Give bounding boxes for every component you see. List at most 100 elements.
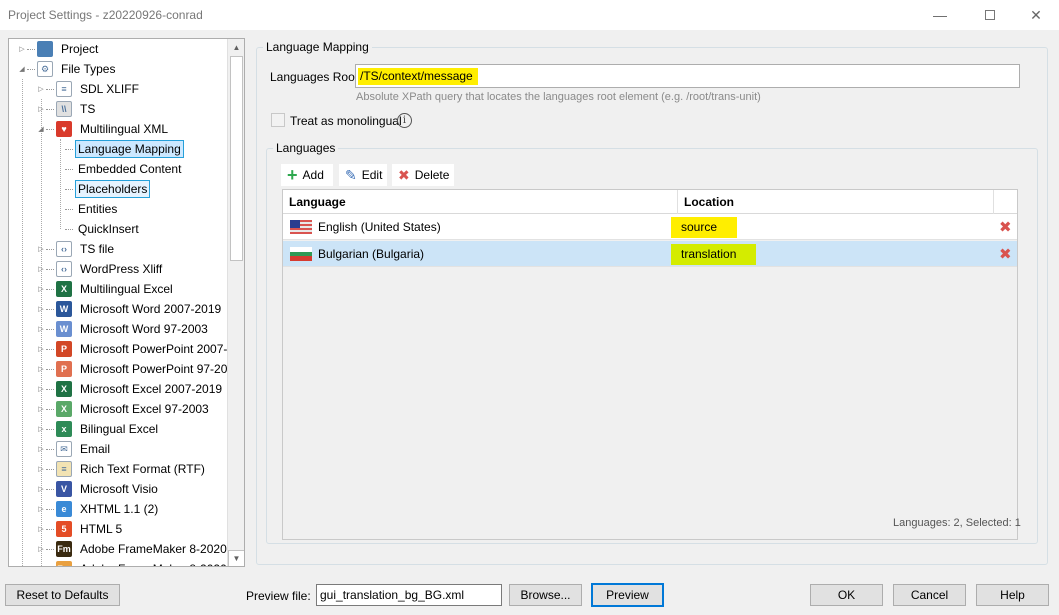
tree-item[interactable]: ▷ ≡ Rich Text Format (RTF): [36, 459, 208, 479]
cancel-button[interactable]: Cancel: [893, 584, 966, 606]
tree-item[interactable]: ▷ Project: [17, 39, 101, 59]
expand-arrow-icon[interactable]: ▷: [36, 84, 46, 94]
collapse-arrow-icon[interactable]: ◢: [36, 124, 46, 134]
languages-root-label: Languages Root:: [270, 70, 362, 84]
tree-connector-line: [46, 428, 54, 430]
tree-item[interactable]: ▷ ✉ Email: [36, 439, 113, 459]
tree-guide-line: [22, 79, 23, 566]
maximize-button[interactable]: [967, 0, 1013, 30]
tree-item[interactable]: ▷ P Microsoft PowerPoint 97-2003: [36, 359, 244, 379]
collapse-arrow-icon[interactable]: ◢: [17, 64, 27, 74]
tree-connector-line: [46, 388, 54, 390]
languages-root-value: /TS/context/message: [358, 68, 478, 85]
tree-scrollbar[interactable]: ▲ ▼: [227, 39, 244, 566]
tree-item[interactable]: QuickInsert: [55, 219, 142, 239]
tree-item[interactable]: Language Mapping: [55, 139, 184, 159]
tree-item[interactable]: ▷ e XHTML 1.1 (2): [36, 499, 161, 519]
treat-as-monolingual-checkbox[interactable]: [271, 113, 285, 127]
tree-item[interactable]: Entities: [55, 199, 120, 219]
tree-item[interactable]: ▷ X Microsoft Excel 2007-2019: [36, 379, 225, 399]
expand-arrow-icon[interactable]: ▷: [36, 324, 46, 334]
tree-connector-line: [46, 108, 54, 110]
expand-arrow-icon[interactable]: ▷: [36, 284, 46, 294]
scrollbar-thumb[interactable]: [230, 56, 243, 261]
expand-arrow-icon[interactable]: ▷: [36, 544, 46, 554]
add-language-button[interactable]: + Add: [281, 164, 333, 186]
column-header-location[interactable]: Location: [678, 190, 994, 214]
preview-button[interactable]: Preview: [591, 583, 664, 607]
scroll-up-button[interactable]: ▲: [228, 39, 244, 56]
tree-item[interactable]: ▷ ‹› TS file: [36, 239, 117, 259]
tree-item[interactable]: ▷ ≡ SDL XLIFF: [36, 79, 142, 99]
expand-arrow-icon[interactable]: ▷: [36, 364, 46, 374]
tree-item[interactable]: ▷ Fm Adobe FrameMaker 8-2020 MI: [36, 559, 244, 566]
info-icon[interactable]: i: [397, 113, 412, 128]
expand-arrow-icon[interactable]: ▷: [36, 444, 46, 454]
tree-connector: [55, 204, 65, 214]
tree-item[interactable]: Embedded Content: [55, 159, 184, 179]
expand-arrow-icon[interactable]: ▷: [36, 404, 46, 414]
tree-item[interactable]: ▷ W Microsoft Word 97-2003: [36, 319, 211, 339]
tree-item[interactable]: ▷ 5 HTML 5: [36, 519, 125, 539]
tree-item[interactable]: ▷ x Bilingual Excel: [36, 419, 161, 439]
expand-arrow-icon[interactable]: ▷: [17, 44, 27, 54]
expand-arrow-icon[interactable]: ▷: [36, 504, 46, 514]
reset-to-defaults-button[interactable]: Reset to Defaults: [5, 584, 120, 606]
languages-root-input[interactable]: /TS/context/message: [355, 64, 1020, 88]
edit-language-button[interactable]: ✎ Edit: [339, 164, 387, 186]
expand-arrow-icon[interactable]: ▷: [36, 464, 46, 474]
scroll-down-button[interactable]: ▼: [228, 550, 244, 566]
tree-item-label: Entities: [78, 202, 118, 216]
language-row[interactable]: English (United States) source ✖: [283, 214, 1017, 240]
help-button[interactable]: Help: [976, 584, 1049, 606]
treat-as-monolingual-label[interactable]: Treat as monolingual: [290, 114, 402, 128]
tree-item[interactable]: ▷ V Microsoft Visio: [36, 479, 161, 499]
tree-item[interactable]: ▷ \\ TS: [36, 99, 98, 119]
title-bar: Project Settings - z20220926-conrad — ✕: [0, 0, 1059, 30]
expand-arrow-icon[interactable]: ▷: [36, 344, 46, 354]
expand-arrow-icon[interactable]: ▷: [36, 264, 46, 274]
expand-arrow-icon[interactable]: ▷: [36, 564, 46, 566]
tree-item-label: SDL XLIFF: [80, 82, 139, 96]
tree-connector-line: [46, 508, 54, 510]
tree-item-label: Adobe FrameMaker 8-2020 MI: [77, 560, 244, 566]
column-header-language[interactable]: Language: [283, 190, 678, 214]
visio-icon: V: [56, 481, 72, 497]
tree-item-label: Microsoft Word 97-2003: [80, 322, 208, 336]
browse-button[interactable]: Browse...: [509, 584, 582, 606]
preview-file-input[interactable]: gui_translation_bg_BG.xml: [316, 584, 502, 606]
tree-item-label: Email: [80, 442, 111, 456]
tree-item[interactable]: ▷ P Microsoft PowerPoint 2007-20: [36, 339, 244, 359]
close-icon: ✕: [1030, 6, 1042, 23]
expand-arrow-icon[interactable]: ▷: [36, 304, 46, 314]
remove-row-icon[interactable]: ✖: [999, 218, 1012, 236]
tree-connector-line: [65, 228, 73, 230]
tree-item[interactable]: ▷ X Multilingual Excel: [36, 279, 176, 299]
expand-arrow-icon[interactable]: ▷: [36, 484, 46, 494]
tree-item[interactable]: ▷ ‹› WordPress Xliff: [36, 259, 165, 279]
language-row[interactable]: Bulgarian (Bulgaria) translation ✖: [283, 241, 1017, 267]
tree-item-label: Project: [61, 42, 99, 56]
tree-item[interactable]: ▷ Fm Adobe FrameMaker 8-2020 MI: [36, 539, 244, 559]
expand-arrow-icon[interactable]: ▷: [36, 524, 46, 534]
expand-arrow-icon[interactable]: ▷: [36, 104, 46, 114]
remove-row-icon[interactable]: ✖: [999, 245, 1012, 263]
expand-arrow-icon[interactable]: ▷: [36, 384, 46, 394]
languages-grid[interactable]: Language Location English (United States…: [282, 189, 1018, 540]
project-icon: [37, 41, 53, 57]
tree-item[interactable]: Placeholders: [55, 179, 151, 199]
tree-connector: [55, 164, 65, 174]
tree-item[interactable]: ◢ ♥ Multilingual XML: [36, 119, 171, 139]
expand-arrow-icon[interactable]: ▷: [36, 424, 46, 434]
delete-language-button[interactable]: ✖ Delete: [392, 164, 454, 186]
tree-item[interactable]: ▷ W Microsoft Word 2007-2019: [36, 299, 224, 319]
tree-item[interactable]: ▷ X Microsoft Excel 97-2003: [36, 399, 212, 419]
tree-connector-line: [65, 148, 73, 150]
settings-tree[interactable]: ▷ Project ◢ ⚙ File Types ▷ ≡ SDL XLIFF ▷ \\ TS ◢ ♥ Mu…: [8, 38, 245, 567]
minimize-button[interactable]: —: [917, 0, 963, 30]
expand-arrow-icon[interactable]: ▷: [36, 244, 46, 254]
tree-item[interactable]: ◢ ⚙ File Types: [17, 59, 118, 79]
close-button[interactable]: ✕: [1013, 0, 1059, 30]
tree-connector-line: [46, 88, 54, 90]
ok-button[interactable]: OK: [810, 584, 883, 606]
